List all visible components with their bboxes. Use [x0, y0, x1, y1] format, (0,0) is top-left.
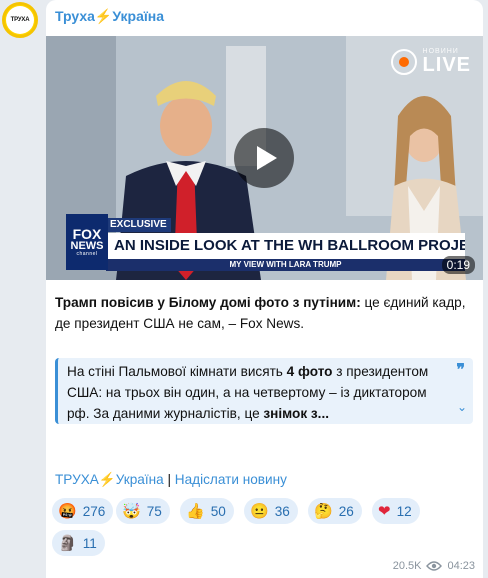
reaction-moai[interactable]: 🗿 11	[52, 530, 105, 556]
message-time: 04:23	[447, 560, 475, 572]
reaction-count: 26	[338, 503, 354, 519]
expand-chevron-icon[interactable]: ⌄	[457, 397, 467, 418]
quote-bold-1: 4 фото	[286, 364, 333, 379]
quote-mark-icon: ❞	[456, 362, 465, 379]
fox-logo-text-3: channel	[76, 251, 98, 257]
channel-name[interactable]: Труха⚡Україна	[55, 8, 164, 25]
reaction-angry[interactable]: 🤬 276	[52, 498, 114, 524]
channel-avatar-text: ТРУХА	[6, 6, 34, 34]
heart-icon: ❤	[378, 502, 391, 520]
post-text: Трамп повісив у Білому домі фото з путін…	[55, 292, 475, 334]
submit-news-link[interactable]: Надіслати новину	[175, 472, 287, 487]
reaction-count: 75	[146, 503, 162, 519]
thinking-face-icon: 🤔	[314, 502, 333, 520]
quote-bold-2: знімок з...	[263, 406, 330, 421]
news-subline: MY VIEW WITH LARA TRUMP	[106, 259, 465, 271]
reaction-thinking[interactable]: 🤔 26	[308, 498, 362, 524]
exclusive-tag: EXCLUSIVE	[106, 218, 171, 232]
reaction-count: 11	[82, 535, 97, 551]
message-bubble: Труха⚡Україна НОВИНИ LIVE EXCLUSIVE AN I…	[46, 0, 483, 578]
reaction-thumbs-up[interactable]: 👍 50	[180, 498, 234, 524]
reaction-heart[interactable]: ❤ 12	[372, 498, 420, 524]
moai-icon: 🗿	[58, 534, 77, 552]
live-logo-circle-icon	[390, 48, 417, 75]
reaction-count: 36	[274, 503, 290, 519]
news-lower-third: EXCLUSIVE AN INSIDE LOOK AT THE WH BALLR…	[66, 214, 465, 274]
footer-separator: |	[163, 472, 175, 487]
video-preview[interactable]: НОВИНИ LIVE EXCLUSIVE AN INSIDE LOOK AT …	[46, 36, 483, 280]
neutral-face-icon: 😐	[250, 502, 269, 520]
view-count: 20.5K	[392, 560, 422, 572]
message-meta: 20.5K 04:23	[393, 560, 475, 572]
reaction-count: 12	[396, 503, 412, 519]
reaction-mind-blown[interactable]: 🤯 75	[116, 498, 170, 524]
live-logo-big-text: LIVE	[422, 54, 471, 76]
channel-avatar[interactable]: ТРУХА	[2, 2, 38, 38]
play-icon	[256, 146, 277, 170]
news-headline: AN INSIDE LOOK AT THE WH BALLROOM PROJEC…	[106, 233, 465, 259]
fox-news-logo: FOX NEWS channel	[66, 214, 108, 270]
live-logo-small-text: НОВИНИ	[422, 48, 459, 55]
reaction-count: 50	[210, 503, 226, 519]
play-button[interactable]	[234, 128, 294, 188]
mind-blown-icon: 🤯	[122, 502, 141, 520]
eye-icon	[426, 561, 443, 571]
reaction-count: 276	[82, 503, 106, 519]
post-text-bold: Трамп повісив у Білому домі фото з путін…	[55, 295, 361, 310]
live-logo: НОВИНИ LIVE	[390, 48, 471, 76]
angry-face-icon: 🤬	[58, 502, 77, 520]
video-duration: 0:19	[441, 256, 475, 274]
channel-link[interactable]: ТРУХА⚡Україна	[55, 472, 164, 487]
fox-logo-text-1: FOX	[72, 226, 102, 242]
footer-links: ТРУХА⚡Україна | Надіслати новину	[55, 472, 287, 488]
reaction-neutral[interactable]: 😐 36	[244, 498, 298, 524]
expandable-quote[interactable]: На стіні Пальмової кімнати висять 4 фото…	[55, 358, 473, 424]
quote-text-1: На стіні Пальмової кімнати висять	[67, 364, 287, 379]
thumbs-up-icon: 👍	[186, 502, 205, 520]
